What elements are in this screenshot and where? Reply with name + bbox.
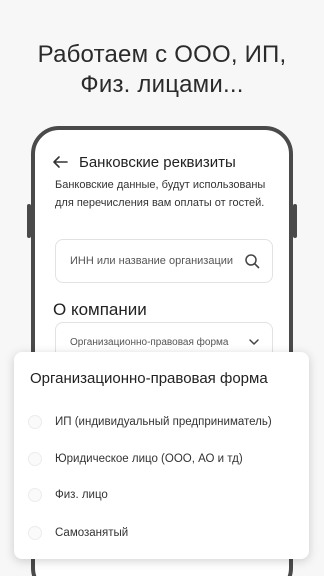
phone-side-button-right xyxy=(293,204,297,238)
screen-description: Банковские данные, будут использованы дл… xyxy=(55,179,266,209)
option-label: Физ. лицо xyxy=(55,489,108,501)
search-field[interactable] xyxy=(55,239,273,283)
chevron-down-icon xyxy=(249,339,259,345)
option-label: Юридическое лицо (ООО, АО и тд) xyxy=(55,453,243,465)
search-input[interactable] xyxy=(70,255,244,267)
promo-title-line-1: Работаем с ООО, ИП, xyxy=(37,41,287,68)
app-bar: Банковские реквизиты xyxy=(51,150,273,174)
option-self-employed[interactable]: Самозанятый xyxy=(28,521,300,545)
option-label: Самозанятый xyxy=(55,527,129,539)
popup-title: Организационно-правовая форма xyxy=(30,370,268,387)
option-individual-entrepreneur[interactable]: ИП (индивидуальный предприниматель) xyxy=(28,410,300,434)
radio-button[interactable] xyxy=(28,452,42,466)
legal-form-select-label: Организационно-правовая форма xyxy=(70,336,229,348)
radio-button[interactable] xyxy=(28,526,42,540)
section-title-company: О компании xyxy=(53,300,147,319)
arrow-left-icon[interactable] xyxy=(51,153,69,171)
option-individual[interactable]: Физ. лицо xyxy=(28,483,300,507)
screen-title: Банковские реквизиты xyxy=(79,153,236,171)
legal-form-popup: Организационно-правовая форма ИП (индиви… xyxy=(14,352,309,559)
radio-button[interactable] xyxy=(28,488,42,502)
promo-headline: Работаем с ООО, ИП, Физ. лицами... xyxy=(0,40,324,100)
option-label: ИП (индивидуальный предприниматель) xyxy=(55,416,272,428)
promo-title-line-2: Физ. лицами... xyxy=(80,71,244,98)
radio-button[interactable] xyxy=(28,415,42,429)
search-icon[interactable] xyxy=(244,253,260,269)
option-legal-entity[interactable]: Юридическое лицо (ООО, АО и тд) xyxy=(28,447,300,471)
